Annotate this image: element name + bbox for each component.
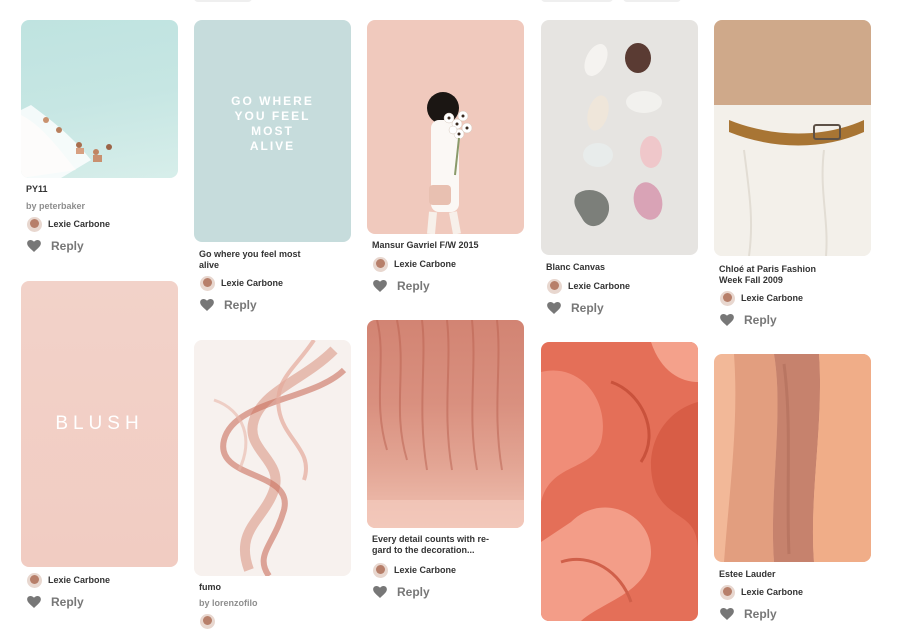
heart-icon [27, 596, 41, 608]
pin-title: PY11 [26, 184, 48, 194]
heart-icon [200, 299, 214, 311]
pin-title: Every detail counts with re-gard to the … [372, 534, 490, 555]
reply-label: Reply [51, 239, 84, 253]
reply-button[interactable]: Reply [720, 606, 777, 622]
reply-button[interactable]: Reply [720, 312, 777, 328]
reply-label: Reply [744, 607, 777, 621]
pin-title: Estee Lauder [719, 569, 776, 579]
avatar[interactable] [547, 278, 562, 294]
pin-image[interactable]: BLUSH [21, 281, 178, 567]
heart-icon [547, 302, 561, 314]
reply-label: Reply [571, 301, 604, 315]
reply-button[interactable]: Reply [200, 297, 257, 313]
pin-image[interactable] [367, 20, 524, 234]
pin-title: Go where you feel most alive [199, 249, 301, 270]
pin-image-text: BLUSH [55, 413, 144, 434]
pin-image[interactable] [367, 320, 524, 528]
reply-label: Reply [397, 585, 430, 599]
pinner-name[interactable]: Lexie Carbone [741, 587, 803, 597]
heart-icon [720, 314, 734, 326]
avatar[interactable] [27, 216, 42, 232]
avatar[interactable] [27, 572, 42, 588]
pin-title: Mansur Gavriel F/W 2015 [372, 240, 479, 250]
pin-title: Blanc Canvas [546, 262, 606, 272]
avatar[interactable] [373, 256, 388, 272]
pinner[interactable]: Lexie Carbone [720, 584, 803, 600]
pin-image[interactable] [541, 20, 698, 255]
pinner[interactable]: Lexie Carbone [720, 290, 803, 306]
pin-image[interactable] [714, 20, 871, 256]
avatar[interactable] [200, 275, 215, 291]
pinner-name[interactable]: Lexie Carbone [221, 278, 283, 288]
reply-button[interactable]: Reply [27, 594, 84, 610]
pinner[interactable]: Lexie Carbone [547, 278, 630, 294]
pinner-name[interactable]: Lexie Carbone [48, 575, 110, 585]
pin-image[interactable] [21, 20, 178, 178]
pinner-name[interactable]: Lexie Carbone [568, 281, 630, 291]
reply-label: Reply [51, 595, 84, 609]
reply-button[interactable]: Reply [373, 584, 430, 600]
pin-image[interactable] [714, 354, 871, 562]
pin-image[interactable] [541, 342, 698, 621]
reply-label: Reply [744, 313, 777, 327]
avatar[interactable] [720, 584, 735, 600]
pinner[interactable]: Lexie Carbone [373, 562, 456, 578]
pin-image-text: GO WHERE YOU FEEL MOST ALIVE [231, 94, 314, 153]
pin-source[interactable]: by lorenzofilo [199, 598, 258, 608]
pinner-name[interactable]: Lexie Carbone [741, 293, 803, 303]
avatar[interactable] [720, 290, 735, 306]
reply-button[interactable]: Reply [27, 238, 84, 254]
reply-label: Reply [397, 279, 430, 293]
pin-title: fumo [199, 582, 221, 592]
pinner[interactable] [200, 613, 215, 629]
heart-icon [373, 586, 387, 598]
heart-icon [720, 608, 734, 620]
pin-source[interactable]: by peterbaker [26, 201, 85, 211]
pin-image[interactable] [194, 340, 351, 576]
previous-pin-edge [541, 0, 613, 2]
pinner-name[interactable]: Lexie Carbone [48, 219, 110, 229]
avatar[interactable] [373, 562, 388, 578]
reply-label: Reply [224, 298, 257, 312]
heart-icon [27, 240, 41, 252]
heart-icon [373, 280, 387, 292]
reply-button[interactable]: Reply [373, 278, 430, 294]
previous-pin-edge [623, 0, 681, 2]
pin-title: Chloé at Paris Fashion Week Fall 2009 [719, 264, 817, 285]
previous-pin-edge [194, 0, 252, 2]
pinner[interactable]: Lexie Carbone [27, 572, 110, 588]
reply-button[interactable]: Reply [547, 300, 604, 316]
pinner[interactable]: Lexie Carbone [27, 216, 110, 232]
pinner-name[interactable]: Lexie Carbone [394, 565, 456, 575]
pinner-name[interactable]: Lexie Carbone [394, 259, 456, 269]
pin-image[interactable]: GO WHERE YOU FEEL MOST ALIVE [194, 20, 351, 242]
avatar[interactable] [200, 613, 215, 629]
pinner[interactable]: Lexie Carbone [373, 256, 456, 272]
pinner[interactable]: Lexie Carbone [200, 275, 283, 291]
